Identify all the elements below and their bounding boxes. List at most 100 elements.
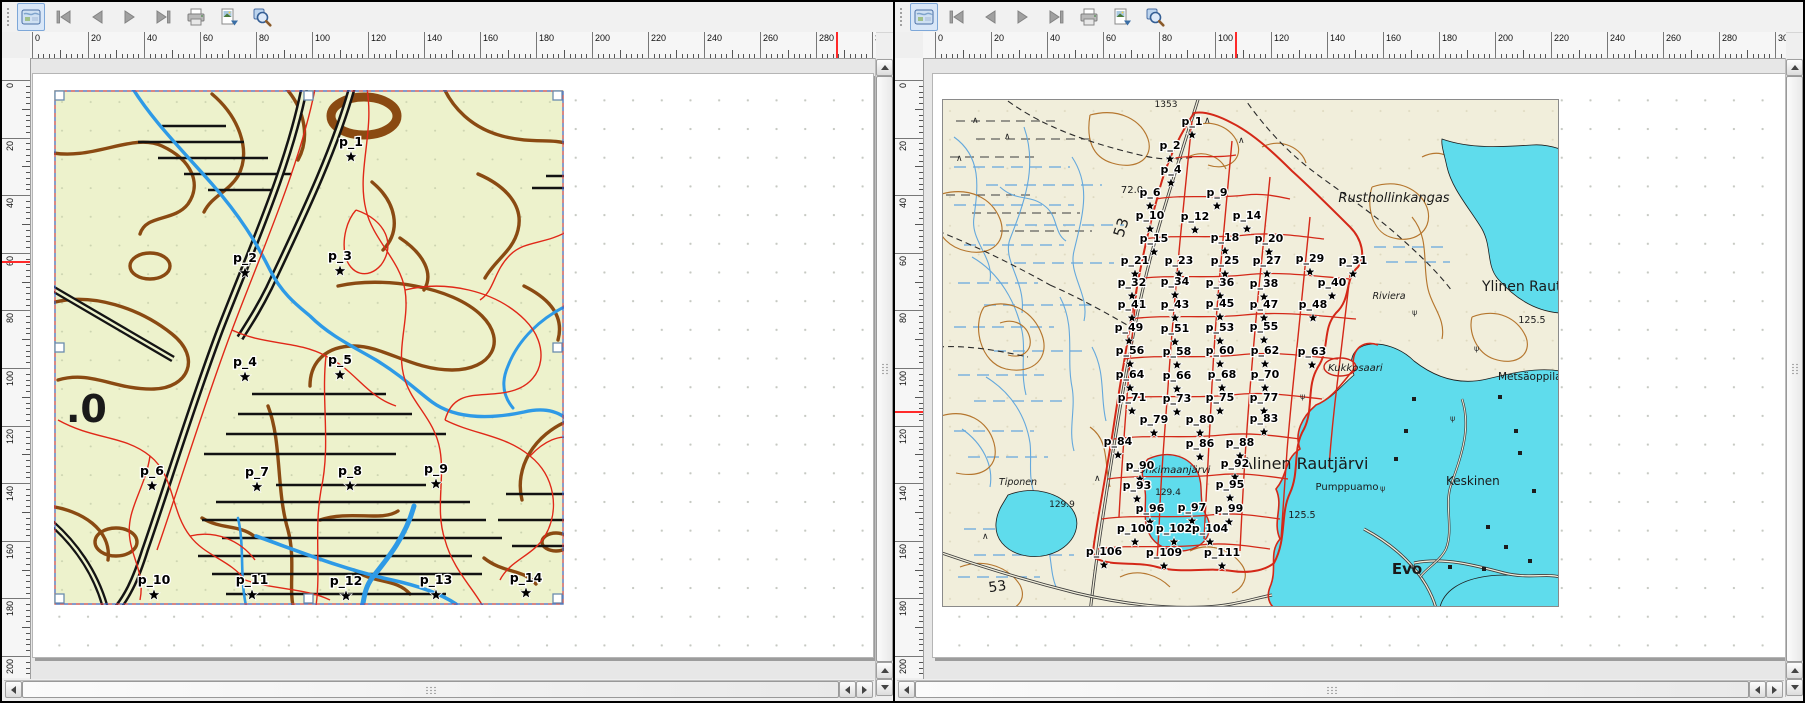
svg-text:p_4: p_4 <box>233 354 257 370</box>
svg-text:p_13: p_13 <box>420 572 453 588</box>
vertical-scroll-thumb[interactable] <box>876 76 893 662</box>
svg-text:p_92: p_92 <box>1221 457 1250 470</box>
svg-text:p_104: p_104 <box>1192 522 1229 535</box>
svg-text:p_9: p_9 <box>1206 186 1227 199</box>
ruler-tick-label: 80 <box>898 313 908 323</box>
ruler-tick-label: 220 <box>1554 33 1569 43</box>
first-page-button[interactable] <box>943 3 971 31</box>
svg-text:p_23: p_23 <box>1165 254 1194 267</box>
svg-text:p_12: p_12 <box>1181 210 1210 223</box>
scroll-down-button[interactable] <box>1786 679 1803 696</box>
svg-text:p_31: p_31 <box>1339 254 1368 267</box>
ruler-tick-label: 240 <box>1610 33 1625 43</box>
arrow-left-icon <box>904 686 909 694</box>
ruler-tick-label: 220 <box>651 33 666 43</box>
export-image-button[interactable] <box>215 3 243 31</box>
svg-text:ψ: ψ <box>1380 484 1385 493</box>
composer-map-preview-button[interactable] <box>910 3 938 31</box>
next-page-button[interactable] <box>1009 3 1037 31</box>
composition-canvas[interactable]: .0 p_1p_2p_3p_4p_5p_6p_7p_8p_9p_10p_11p_… <box>30 58 877 679</box>
ruler-tick-label: 80 <box>5 313 15 323</box>
svg-text:∧: ∧ <box>1094 474 1101 484</box>
scroll-up-button-2[interactable] <box>1786 662 1803 679</box>
svg-text:∧: ∧ <box>972 116 979 126</box>
ruler-tick-label: 300 <box>1778 33 1786 43</box>
next-page-button[interactable] <box>116 3 144 31</box>
ruler-tick-label: 20 <box>91 33 101 43</box>
svg-text:p_11: p_11 <box>236 572 269 588</box>
previous-page-button[interactable] <box>976 3 1004 31</box>
last-page-button[interactable] <box>1042 3 1070 31</box>
ruler-tick-label: 0 <box>938 33 943 43</box>
scroll-up-button[interactable] <box>1786 59 1803 76</box>
ruler-tick-label: 200 <box>595 33 610 43</box>
horizontal-scroll-thumb[interactable] <box>22 681 839 698</box>
arrow-right-icon <box>862 686 867 694</box>
ruler-tick-label: 160 <box>5 544 15 559</box>
map-item-selected[interactable]: .0 p_1p_2p_3p_4p_5p_6p_7p_8p_9p_10p_11p_… <box>54 90 564 605</box>
ruler-tick-label: 280 <box>819 33 834 43</box>
print-button[interactable] <box>182 3 210 31</box>
svg-text:p_64: p_64 <box>1116 368 1145 381</box>
scroll-left-button-2[interactable] <box>839 681 856 698</box>
composer-map-preview-button[interactable] <box>17 3 45 31</box>
zoom-settings-button[interactable] <box>1141 3 1169 31</box>
svg-text:p_55: p_55 <box>1250 320 1279 333</box>
svg-text:p_12: p_12 <box>330 573 363 589</box>
svg-text:∧: ∧ <box>1204 116 1211 126</box>
zoom-settings-button[interactable] <box>248 3 276 31</box>
vertical-scrollbar[interactable] <box>875 58 893 697</box>
svg-text:p_71: p_71 <box>1118 391 1147 404</box>
toolbar-drag-handle[interactable] <box>899 7 904 27</box>
ruler-tick-label: 20 <box>994 33 1004 43</box>
composition-canvas[interactable]: ∧∧∧ ∧∧∧ ∧ ψψψ ψψψ 135372.053Rusthollinka… <box>923 58 1787 679</box>
arrow-right-icon <box>1772 686 1777 694</box>
svg-text:p_2: p_2 <box>233 250 257 266</box>
map-item[interactable]: ∧∧∧ ∧∧∧ ∧ ψψψ ψψψ 135372.053Rusthollinka… <box>942 99 1559 607</box>
svg-text:p_53: p_53 <box>1206 321 1235 334</box>
ruler-tick-label: 40 <box>5 198 15 208</box>
svg-text:p_93: p_93 <box>1123 479 1152 492</box>
vertical-scrollbar[interactable] <box>1785 58 1803 697</box>
map-label-text: 129.9 <box>1049 500 1075 510</box>
svg-text:p_60: p_60 <box>1206 344 1235 357</box>
toolbar-drag-handle[interactable] <box>6 7 11 27</box>
svg-text:p_95: p_95 <box>1216 478 1245 491</box>
horizontal-scroll-thumb[interactable] <box>915 681 1749 698</box>
ruler-tick-label: 200 <box>5 659 15 674</box>
scroll-left-button-2[interactable] <box>1749 681 1766 698</box>
svg-text:p_34: p_34 <box>1161 275 1190 288</box>
scroll-left-button[interactable] <box>5 681 22 698</box>
vertical-scroll-thumb[interactable] <box>1786 76 1803 662</box>
svg-text:p_5: p_5 <box>328 352 352 368</box>
map-label-text: Evo <box>1392 560 1422 578</box>
svg-text:p_90: p_90 <box>1126 459 1155 472</box>
horizontal-scrollbar[interactable] <box>897 680 1784 698</box>
svg-text:p_96: p_96 <box>1136 502 1165 515</box>
svg-text:p_6: p_6 <box>1139 186 1160 199</box>
paper-sheet: ∧∧∧ ∧∧∧ ∧ ψψψ ψψψ 135372.053Rusthollinka… <box>932 73 1786 658</box>
svg-text:p_62: p_62 <box>1251 344 1280 357</box>
first-page-button[interactable] <box>50 3 78 31</box>
svg-text:p_21: p_21 <box>1121 254 1150 267</box>
scroll-right-button[interactable] <box>1766 681 1783 698</box>
ruler-tick-label: 120 <box>898 429 908 444</box>
ruler-tick-label: 280 <box>1722 33 1737 43</box>
scroll-down-button[interactable] <box>876 679 893 696</box>
ruler-tick-label: 120 <box>1274 33 1289 43</box>
ruler-tick-label: 160 <box>898 544 908 559</box>
last-page-button[interactable] <box>149 3 177 31</box>
scroll-up-button[interactable] <box>876 59 893 76</box>
scroll-left-button[interactable] <box>898 681 915 698</box>
svg-text:p_86: p_86 <box>1186 437 1215 450</box>
print-button[interactable] <box>1075 3 1103 31</box>
svg-text:p_36: p_36 <box>1206 276 1235 289</box>
scroll-grip <box>425 686 437 694</box>
previous-page-button[interactable] <box>83 3 111 31</box>
scroll-right-button[interactable] <box>856 681 873 698</box>
horizontal-scrollbar[interactable] <box>4 680 874 698</box>
scroll-up-button-2[interactable] <box>876 662 893 679</box>
export-image-button[interactable] <box>1108 3 1136 31</box>
svg-text:p_83: p_83 <box>1250 412 1279 425</box>
svg-text:p_4: p_4 <box>1160 163 1181 176</box>
